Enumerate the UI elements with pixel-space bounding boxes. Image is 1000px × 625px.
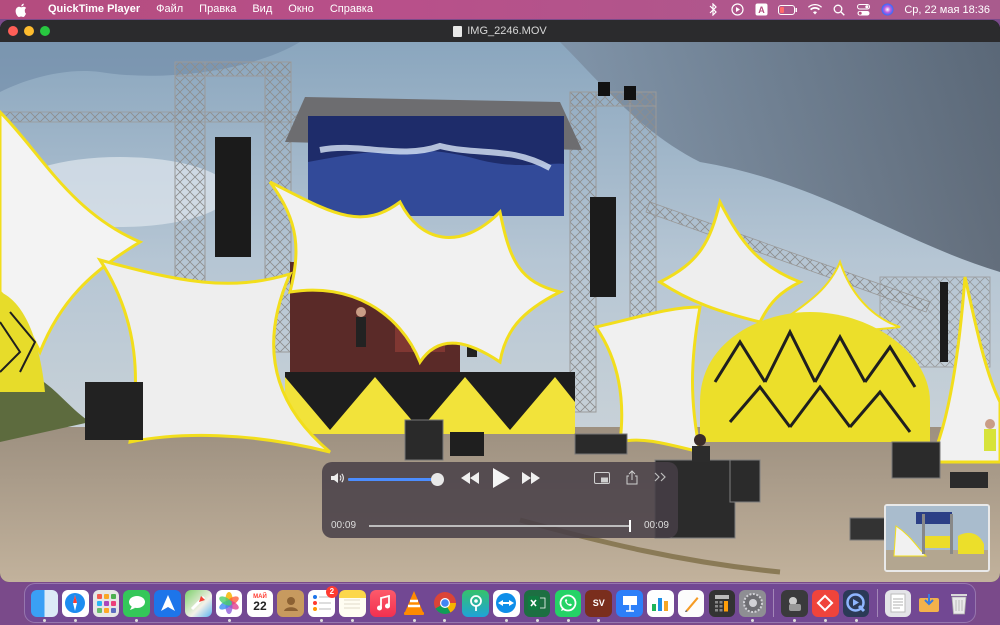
finder-icon[interactable] bbox=[31, 589, 58, 622]
picture-in-picture-icon[interactable] bbox=[593, 471, 611, 485]
play-circle-icon[interactable] bbox=[730, 3, 744, 17]
find-my-icon[interactable] bbox=[462, 589, 489, 617]
bluetooth-icon[interactable] bbox=[706, 3, 720, 17]
timeline-scrubber[interactable] bbox=[369, 520, 631, 532]
navigation-arrow-icon[interactable] bbox=[154, 589, 181, 617]
calendar-day: 22 bbox=[253, 599, 267, 613]
sv-app-label: SV bbox=[592, 598, 605, 608]
dock: МАЙ 22 2 SV bbox=[24, 583, 976, 623]
music-icon[interactable] bbox=[369, 589, 397, 617]
fullscreen-button[interactable] bbox=[40, 26, 50, 36]
preview-app-icon[interactable] bbox=[781, 589, 808, 622]
calculator-icon[interactable] bbox=[708, 589, 736, 617]
safari-icon[interactable] bbox=[61, 589, 89, 622]
trash-icon[interactable] bbox=[946, 590, 973, 617]
menu-bar: QuickTime Player Файл Правка Вид Окно Сп… bbox=[0, 0, 1000, 19]
siri-icon[interactable] bbox=[880, 3, 894, 17]
downloads-stack-icon[interactable] bbox=[915, 590, 942, 617]
menu-file[interactable]: Файл bbox=[148, 0, 191, 19]
reminders-badge: 2 bbox=[325, 585, 338, 598]
system-settings-icon[interactable] bbox=[739, 589, 767, 622]
menu-view[interactable]: Вид bbox=[244, 0, 280, 19]
quicktime-icon[interactable] bbox=[842, 589, 870, 622]
apple-menu-icon[interactable] bbox=[14, 3, 28, 17]
playhead[interactable] bbox=[629, 520, 631, 532]
quicktime-window: IMG_2246.MOV 00:09 00:09 bbox=[0, 20, 1000, 582]
messages-icon[interactable] bbox=[123, 589, 151, 622]
teamviewer-icon[interactable] bbox=[493, 589, 520, 622]
remaining-time: 00:09 bbox=[643, 520, 669, 531]
app-menu[interactable]: QuickTime Player bbox=[40, 0, 148, 19]
excel-icon[interactable] bbox=[523, 589, 551, 622]
keynote-icon[interactable] bbox=[616, 589, 643, 617]
contacts-icon[interactable] bbox=[277, 589, 305, 617]
reminders-icon[interactable]: 2 bbox=[308, 585, 338, 622]
volume-slider[interactable] bbox=[348, 473, 445, 486]
anydesk-icon[interactable] bbox=[812, 589, 839, 622]
close-button[interactable] bbox=[8, 26, 18, 36]
sv-app-icon[interactable]: SV bbox=[585, 589, 613, 622]
play-icon[interactable] bbox=[488, 465, 514, 491]
playback-controls: 00:09 00:09 bbox=[322, 462, 678, 538]
battery-icon[interactable] bbox=[778, 3, 798, 17]
menu-help[interactable]: Справка bbox=[322, 0, 381, 19]
dock-separator bbox=[876, 589, 878, 617]
fast-forward-icon[interactable] bbox=[520, 470, 542, 486]
documents-stack-icon[interactable] bbox=[884, 589, 912, 617]
menu-edit[interactable]: Правка bbox=[191, 0, 244, 19]
whatsapp-icon[interactable] bbox=[554, 589, 582, 622]
screenshot-thumbnail[interactable] bbox=[884, 504, 990, 572]
volume-icon[interactable] bbox=[330, 471, 344, 485]
rewind-icon[interactable] bbox=[459, 470, 481, 486]
photos-icon[interactable] bbox=[215, 589, 243, 622]
video-frame[interactable]: 00:09 00:09 bbox=[0, 42, 1000, 582]
pages-icon[interactable] bbox=[677, 589, 705, 617]
more-icon[interactable] bbox=[653, 471, 667, 483]
calendar-icon[interactable]: МАЙ 22 bbox=[246, 589, 274, 617]
current-time: 00:09 bbox=[331, 520, 357, 531]
vlc-icon[interactable] bbox=[401, 590, 428, 622]
control-center-icon[interactable] bbox=[856, 3, 870, 17]
volume-slider-knob[interactable] bbox=[431, 473, 445, 486]
launchpad-icon[interactable] bbox=[92, 589, 120, 617]
dock-separator bbox=[773, 589, 775, 617]
chrome-icon[interactable] bbox=[431, 590, 458, 622]
numbers-icon[interactable] bbox=[647, 589, 674, 617]
document-icon bbox=[453, 25, 463, 37]
maps-icon[interactable] bbox=[185, 589, 212, 617]
menu-window[interactable]: Окно bbox=[280, 0, 322, 19]
share-icon[interactable] bbox=[625, 469, 639, 485]
menubar-clock[interactable]: Ср, 22 мая 18:36 bbox=[904, 4, 990, 16]
window-title: IMG_2246.MOV bbox=[467, 25, 547, 37]
svg-text:A: A bbox=[758, 5, 765, 15]
wifi-icon[interactable] bbox=[808, 3, 823, 17]
text-input-icon[interactable]: A bbox=[754, 3, 768, 17]
title-bar[interactable]: IMG_2246.MOV bbox=[0, 20, 1000, 42]
notes-icon[interactable] bbox=[339, 589, 366, 622]
minimize-button[interactable] bbox=[24, 26, 34, 36]
volume-slider-fill bbox=[348, 478, 438, 481]
search-icon[interactable] bbox=[832, 3, 846, 17]
